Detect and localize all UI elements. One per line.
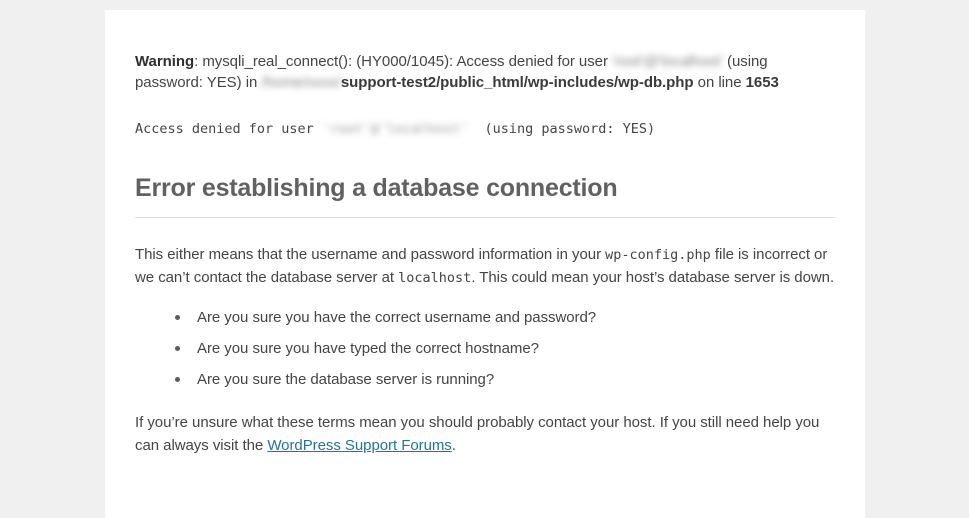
intro-paragraph: This either means that the username and … bbox=[135, 244, 835, 289]
warning-file-path: support-test2/public_html/wp-includes/wp… bbox=[340, 73, 694, 91]
redacted-db-user: 'root'@'localhost' bbox=[612, 53, 723, 70]
page-title: Error establishing a database connection bbox=[135, 174, 618, 202]
list-item: Are you sure the database server is runn… bbox=[175, 369, 835, 390]
list-item: Are you sure you have the correct userna… bbox=[175, 307, 835, 328]
heading-divider bbox=[135, 217, 835, 218]
php-warning-message: Warning: mysqli_real_connect(): (HY000/1… bbox=[135, 52, 835, 93]
redacted-file-path: /home/xxxx/ bbox=[261, 73, 341, 91]
closing-paragraph: If you’re unsure what these terms mean y… bbox=[135, 412, 835, 457]
bullet-icon bbox=[175, 315, 180, 320]
intro-text-part3: . This could mean your host’s database s… bbox=[471, 268, 835, 286]
warning-function-text: : mysqli_real_connect(): (HY000/1045): A… bbox=[194, 53, 613, 70]
code-localhost: localhost bbox=[398, 269, 472, 286]
bullet-icon bbox=[175, 377, 180, 382]
code-wp-config: wp-config.php bbox=[605, 247, 711, 263]
bullet-icon bbox=[175, 346, 180, 351]
access-denied-prefix: Access denied for user bbox=[135, 121, 322, 137]
closing-text-part1: If you’re unsure what these terms mean y… bbox=[135, 414, 820, 454]
list-item-label: Are you sure you have typed the correct … bbox=[197, 340, 539, 357]
list-item-label: Are you sure the database server is runn… bbox=[197, 371, 495, 388]
closing-text-part2: . bbox=[451, 436, 456, 454]
list-item: Are you sure you have typed the correct … bbox=[175, 338, 835, 359]
error-content-card: Warning: mysqli_real_connect(): (HY000/1… bbox=[105, 10, 865, 518]
access-denied-suffix: (using password: YES) bbox=[468, 121, 656, 137]
warning-line-number: 1653 bbox=[745, 73, 779, 91]
redacted-mono-db-user: 'root'@'localhost' bbox=[321, 121, 469, 137]
warning-label: Warning bbox=[135, 53, 195, 70]
intro-text-part1: This either means that the username and … bbox=[135, 246, 606, 263]
warning-on-line-text: on line bbox=[693, 73, 746, 91]
mysql-access-denied-message: Access denied for user 'root'@'localhost… bbox=[135, 119, 835, 139]
page-root: Warning: mysqli_real_connect(): (HY000/1… bbox=[0, 0, 969, 518]
content-inner: Warning: mysqli_real_connect(): (HY000/1… bbox=[135, 52, 835, 457]
troubleshooting-list: Are you sure you have the correct userna… bbox=[135, 307, 835, 390]
wordpress-support-forums-link[interactable]: WordPress Support Forums bbox=[267, 437, 451, 454]
list-item-label: Are you sure you have the correct userna… bbox=[197, 309, 597, 326]
